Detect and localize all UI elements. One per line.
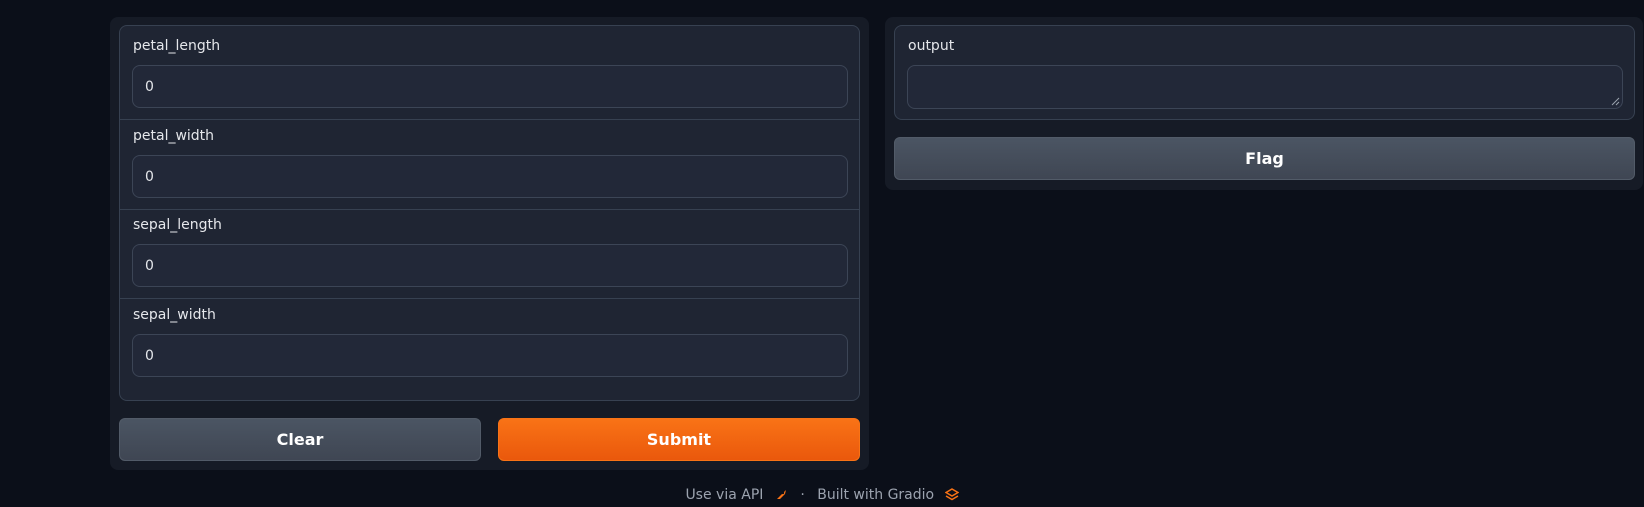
built-with-gradio-label: Built with Gradio xyxy=(817,487,935,503)
field-petal-length: petal_length xyxy=(120,26,859,120)
inputs-block: petal_length petal_width sepal_length se… xyxy=(119,25,860,401)
petal-length-label: petal_length xyxy=(133,38,221,54)
flag-button[interactable]: Flag xyxy=(894,137,1635,180)
clear-button[interactable]: Clear xyxy=(119,418,481,461)
field-petal-width: petal_width xyxy=(120,116,859,210)
use-via-api-label: Use via API xyxy=(685,487,764,503)
gradio-logo-icon xyxy=(944,488,959,501)
rocket-icon xyxy=(776,490,786,499)
petal-width-input[interactable] xyxy=(132,155,848,198)
input-panel: petal_length petal_width sepal_length se… xyxy=(110,17,869,470)
output-textbox[interactable] xyxy=(907,65,1623,109)
sepal-width-input[interactable] xyxy=(132,334,848,377)
use-via-api-link[interactable]: Use via API xyxy=(685,487,792,503)
sepal-length-input[interactable] xyxy=(132,244,848,287)
submit-button[interactable]: Submit xyxy=(498,418,860,461)
petal-length-input[interactable] xyxy=(132,65,848,108)
output-panel: output Flag xyxy=(885,17,1643,190)
built-with-gradio-link[interactable]: Built with Gradio xyxy=(817,487,959,503)
footer-separator: · xyxy=(800,487,805,503)
output-label: output xyxy=(908,38,955,54)
petal-width-label: petal_width xyxy=(133,128,215,144)
footer: Use via API · Built with Gradio xyxy=(0,487,1644,503)
field-sepal-width: sepal_width xyxy=(120,295,859,389)
output-block: output xyxy=(894,25,1635,120)
sepal-width-label: sepal_width xyxy=(133,307,216,323)
resize-handle-icon[interactable] xyxy=(1610,96,1620,106)
field-sepal-length: sepal_length xyxy=(120,205,859,299)
sepal-length-label: sepal_length xyxy=(133,217,222,233)
